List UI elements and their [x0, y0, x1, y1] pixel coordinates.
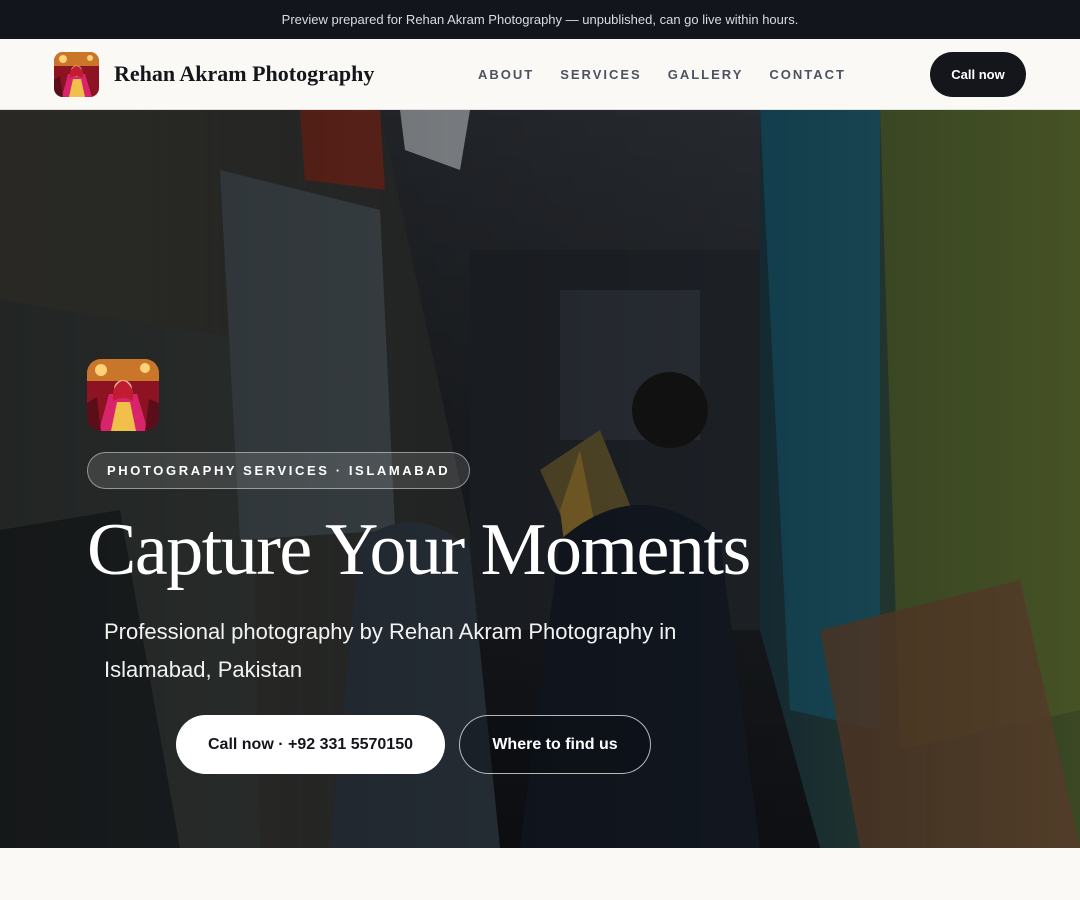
call-now-button[interactable]: Call now	[930, 52, 1026, 97]
hero-content: PHOTOGRAPHY SERVICES · ISLAMABAD Capture…	[87, 359, 751, 689]
brand-logo-icon	[54, 51, 99, 97]
preview-banner: Preview prepared for Rehan Akram Photogr…	[0, 0, 1080, 39]
where-to-find-us-button[interactable]: Where to find us	[459, 715, 651, 774]
call-now-phone-button[interactable]: Call now · +92 331 5570150	[176, 715, 445, 774]
nav-link-about[interactable]: ABOUT	[478, 67, 534, 82]
nav-link-gallery[interactable]: GALLERY	[668, 67, 744, 82]
hero-buttons: Call now · +92 331 5570150 Where to find…	[176, 715, 651, 774]
nav-link-contact[interactable]: CONTACT	[769, 67, 846, 82]
next-section-start	[0, 848, 1080, 900]
nav-link-services[interactable]: SERVICES	[560, 67, 642, 82]
main-menu: ABOUT SERVICES GALLERY CONTACT	[478, 39, 872, 109]
hero-section: PHOTOGRAPHY SERVICES · ISLAMABAD Capture…	[0, 110, 1080, 848]
hero-subtitle: Professional photography by Rehan Akram …	[104, 619, 677, 682]
preview-banner-text: Preview prepared for Rehan Akram Photogr…	[281, 12, 799, 27]
brand-name: Rehan Akram Photography	[114, 61, 375, 86]
site-header: Rehan Akram Photography ABOUT SERVICES G…	[0, 39, 1080, 110]
hero-title: Capture Your Moments	[87, 509, 751, 591]
hero-eyebrow-pill: PHOTOGRAPHY SERVICES · ISLAMABAD	[87, 452, 471, 489]
hero-logo-badge-icon	[87, 359, 159, 431]
brand[interactable]: Rehan Akram Photography	[54, 51, 375, 97]
